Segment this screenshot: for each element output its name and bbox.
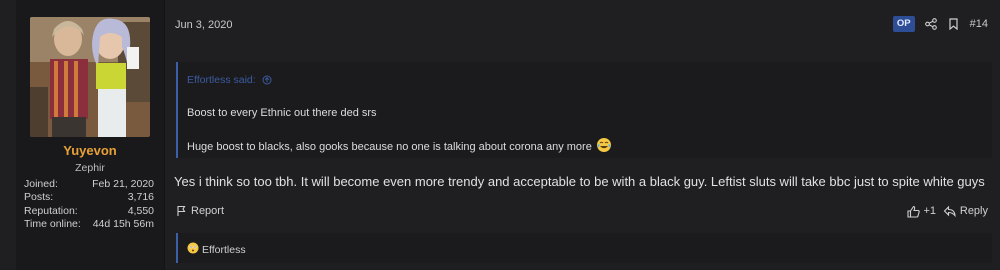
arrow-up-circle-icon[interactable] [260, 73, 274, 87]
stat-reputation: Reputation: 4,550 [24, 205, 154, 218]
report-label[interactable]: Report [191, 205, 224, 217]
stat-label: Joined: [24, 178, 58, 190]
quote-author[interactable]: Effortless said: [187, 74, 256, 86]
post-main: Jun 3, 2020 OP #14 Effortless said: Boos… [165, 0, 1000, 270]
like-count: +1 [923, 205, 936, 217]
op-badge: OP [892, 16, 915, 32]
post-body: Yes i think so too tbh. It will become e… [174, 174, 985, 189]
stat-joined: Joined: Feb 21, 2020 [24, 178, 154, 191]
stat-value: 4,550 [127, 204, 154, 217]
post-actions: OP #14 [892, 16, 988, 32]
stat-time-online: Time online: 44d 15h 56m [24, 218, 154, 231]
user-sidebar: Yuyevon Zephir Joined: Feb 21, 2020 Post… [16, 0, 165, 270]
stat-label: Posts: [24, 191, 54, 204]
stat-value: 44d 15h 56m [92, 217, 154, 230]
flushed-emoji-icon [187, 242, 199, 257]
laugh-cry-emoji-icon [596, 137, 612, 156]
username[interactable]: Yuyevon [16, 143, 164, 158]
reactor-name[interactable]: Effortless [202, 244, 246, 256]
stat-posts: Posts: 3,716 [24, 191, 154, 204]
quote-text-line: Huge boost to blacks, also gooks because… [187, 137, 612, 156]
reply-label[interactable]: Reply [960, 205, 988, 217]
report-link[interactable]: Report [174, 204, 224, 218]
reactions-bar: Effortless [176, 233, 992, 263]
quote-text: Huge boost to blacks, also gooks because… [187, 140, 592, 153]
reply-icon [943, 204, 957, 218]
stat-value: 3,716 [127, 191, 154, 204]
post-date[interactable]: Jun 3, 2020 [175, 19, 233, 31]
quote-block: Effortless said: Boost to every Ethnic o… [176, 62, 992, 158]
stat-value: Feb 21, 2020 [92, 178, 154, 190]
reaction-list[interactable]: Effortless [187, 242, 246, 257]
user-title: Zephir [75, 162, 105, 174]
share-icon[interactable] [924, 17, 938, 31]
user-stats: Joined: Feb 21, 2020 Posts: 3,716 Reputa… [24, 178, 154, 231]
flag-icon [174, 204, 188, 218]
bookmark-icon[interactable] [947, 17, 961, 31]
stat-label: Time online: [24, 217, 81, 230]
quote-text-line: Boost to every Ethnic out there ded srs [187, 107, 377, 119]
stat-label: Reputation: [24, 204, 78, 217]
like-button[interactable]: +1 [906, 204, 936, 218]
avatar[interactable] [30, 17, 150, 137]
forum-post: Yuyevon Zephir Joined: Feb 21, 2020 Post… [0, 0, 1000, 270]
like-icon [906, 204, 920, 218]
post-number[interactable]: #14 [970, 18, 988, 30]
reply-button[interactable]: Reply [943, 204, 988, 218]
quote-attribution[interactable]: Effortless said: [187, 73, 274, 87]
